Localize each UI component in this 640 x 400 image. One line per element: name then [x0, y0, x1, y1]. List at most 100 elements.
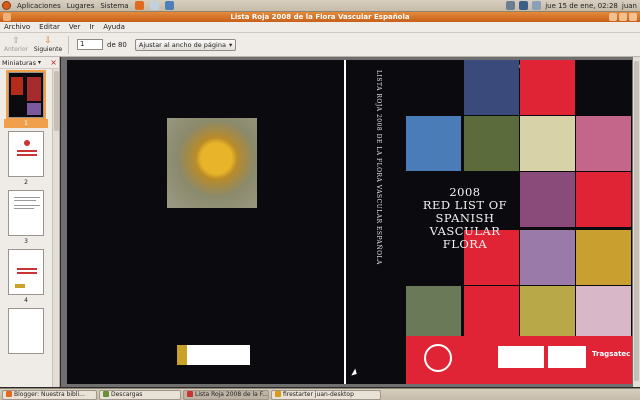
ubuntu-logo-icon[interactable] — [2, 1, 11, 10]
menu-lugares[interactable]: Lugares — [67, 2, 95, 10]
arrow-down-icon: ⇩ — [44, 36, 52, 46]
menu-ir[interactable]: Ir — [89, 23, 94, 31]
thumbnails-sidebar: Miniaturas ▾ × 1 2 3 4 — [0, 57, 60, 387]
document-scrollbar[interactable] — [633, 57, 640, 387]
shield-icon — [177, 345, 187, 365]
sidebar-scrollbar[interactable] — [52, 69, 59, 387]
flower-tile — [520, 286, 575, 341]
next-page-button[interactable]: ⇩ Siguiente — [32, 36, 64, 53]
taskbar: Blogger: Nuestra bibli... Descargas List… — [0, 388, 640, 400]
flower-tile — [464, 60, 519, 115]
window-titlebar[interactable]: Lista Roja 2008 de la Flora Vascular Esp… — [0, 12, 640, 22]
thumbnail-label: 2 — [24, 179, 28, 186]
cover-title-line: FLORA — [442, 237, 488, 251]
thumbnail-cover[interactable] — [6, 70, 46, 120]
top-panel: Aplicaciones Lugares Sistema jue 15 de e… — [0, 0, 640, 12]
tragsatec-logo: Tragsatec — [592, 350, 631, 358]
thumbnail-page[interactable] — [8, 249, 44, 295]
menu-aplicaciones[interactable]: Aplicaciones — [17, 2, 61, 10]
thumbnail-label: 1 — [4, 119, 48, 128]
thumbnail-label: 4 — [24, 297, 28, 304]
partner-logo — [548, 346, 586, 368]
red-tile — [576, 172, 631, 227]
spine-text: LISTA ROJA 2008 DE LA FLORA VASCULAR ESP… — [375, 70, 382, 265]
flower-tile — [576, 230, 631, 285]
download-icon — [103, 391, 109, 397]
thumbnail-page[interactable] — [8, 131, 44, 177]
task-label: Blogger: Nuestra bibli... — [14, 390, 85, 398]
ministry-logo — [498, 346, 544, 368]
minimize-icon[interactable] — [609, 13, 617, 21]
task-label: firestarter juan-desktop — [283, 390, 354, 398]
menu-ayuda[interactable]: Ayuda — [103, 23, 125, 31]
flower-tile — [576, 286, 631, 341]
front-cover: COORDINADOR J.C. MORENO 2008 RED LIST OF… — [406, 60, 632, 384]
thumbnail-item[interactable]: 1 — [0, 70, 52, 128]
volume-icon[interactable] — [532, 1, 542, 10]
thumbnail-item[interactable]: 2 — [0, 131, 52, 187]
arrow-up-icon: ⇧ — [12, 36, 20, 46]
toolbar-separator — [68, 35, 69, 54]
task-blogger[interactable]: Blogger: Nuestra bibli... — [2, 389, 97, 400]
thumbnail-page[interactable] — [8, 190, 44, 236]
update-icon[interactable] — [519, 1, 529, 10]
thumbnail-item[interactable]: 4 — [0, 249, 52, 305]
flower-tile — [406, 116, 461, 171]
sidebar-header: Miniaturas ▾ × — [0, 57, 59, 69]
window-title: Lista Roja 2008 de la Flora Vascular Esp… — [230, 13, 410, 21]
thumbnail-item[interactable]: 3 — [0, 190, 52, 246]
thumbnail-page[interactable] — [8, 308, 44, 354]
red-tile — [464, 286, 519, 341]
flower-tile — [576, 116, 631, 171]
scrollbar-thumb[interactable] — [634, 61, 639, 381]
next-label: Siguiente — [33, 46, 63, 53]
menubar: Archivo Editar Ver Ir Ayuda — [0, 22, 640, 33]
window-menu-icon[interactable] — [3, 13, 11, 21]
zoom-value: Ajustar al ancho de página — [138, 40, 226, 49]
flower-tile — [520, 172, 575, 227]
toolbar: ⇧ Anterior ⇩ Siguiente 1 de 80 Ajustar a… — [0, 33, 640, 57]
task-descargas[interactable]: Descargas — [99, 389, 181, 400]
flower-tile — [406, 286, 461, 341]
maximize-icon[interactable] — [619, 13, 627, 21]
network-icon[interactable] — [506, 1, 516, 10]
clock[interactable]: jue 15 de ene, 02:28 — [545, 2, 618, 10]
menu-editar[interactable]: Editar — [39, 23, 60, 31]
username[interactable]: juan — [622, 2, 637, 10]
thumbnail-label: 3 — [24, 238, 28, 245]
task-lista-roja[interactable]: Lista Roja 2008 de la F... — [183, 389, 269, 400]
close-icon[interactable] — [629, 13, 637, 21]
chevron-down-icon[interactable]: ▾ — [38, 59, 41, 66]
heart-logo-icon — [424, 344, 452, 372]
flower-tile — [464, 116, 519, 171]
page-number-input[interactable]: 1 — [77, 39, 103, 50]
red-tile — [520, 60, 575, 115]
cover-title: 2008 RED LIST OF SPANISH VASCULAR FLORA — [410, 186, 520, 251]
task-firestarter[interactable]: firestarter juan-desktop — [271, 389, 381, 400]
document-view[interactable]: LISTA ROJA 2008 DE LA FLORA VASCULAR ESP… — [61, 57, 640, 387]
firewall-icon — [275, 391, 281, 397]
menu-ver[interactable]: Ver — [69, 23, 80, 31]
menu-sistema[interactable]: Sistema — [100, 2, 128, 10]
firefox-launcher-icon[interactable] — [134, 1, 144, 10]
task-label: Descargas — [111, 390, 143, 398]
menu-archivo[interactable]: Archivo — [4, 23, 30, 31]
page-total-label: de 80 — [107, 40, 127, 49]
thumbnail-list: 1 2 3 4 — [0, 69, 52, 387]
previous-page-button[interactable]: ⇧ Anterior — [0, 36, 32, 53]
scrollbar-thumb[interactable] — [54, 71, 59, 131]
thumbnail-item[interactable] — [0, 308, 52, 354]
close-sidebar-icon[interactable]: × — [50, 58, 57, 67]
sidebar-title[interactable]: Miniaturas — [2, 59, 36, 67]
cover-footer-band: Tragsatec — [406, 336, 632, 384]
flower-tile — [520, 230, 575, 285]
flower-tile — [520, 116, 575, 171]
help-launcher-icon[interactable] — [164, 1, 174, 10]
back-cover — [67, 60, 344, 384]
book-spine: LISTA ROJA 2008 DE LA FLORA VASCULAR ESP… — [344, 60, 406, 384]
mail-launcher-icon[interactable] — [149, 1, 159, 10]
firefox-icon — [6, 391, 12, 397]
zoom-select[interactable]: Ajustar al ancho de página ▾ — [134, 38, 237, 51]
task-label: Lista Roja 2008 de la F... — [195, 390, 268, 398]
ministry-logo — [177, 345, 250, 365]
